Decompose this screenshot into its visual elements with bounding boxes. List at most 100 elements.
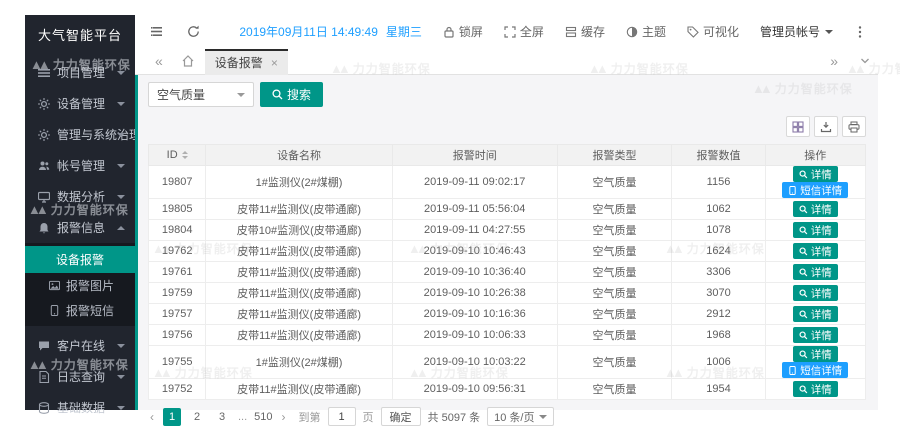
goto-page-input[interactable] (328, 407, 356, 426)
lock-icon (443, 26, 455, 38)
main-area: 2019年09月11日 14:49:49星期三 锁屏 全屏 缓存 (135, 15, 878, 410)
chevron-down-icon (117, 406, 125, 410)
image-icon (49, 280, 60, 291)
sidebar-item-alarms[interactable]: 报警信息 (25, 212, 135, 243)
detail-button[interactable]: 详情 (793, 306, 838, 322)
row-type: 空气质量 (557, 325, 672, 346)
search-icon (272, 89, 283, 100)
sidebar-item-label: 日志查询 (57, 368, 105, 385)
column-header-type: 报警类型 (557, 145, 672, 166)
page-number-button[interactable]: 1 (163, 408, 181, 426)
row-time: 2019-09-11 05:56:04 (392, 199, 557, 220)
row-actions: 详情 (765, 379, 865, 400)
sidebar-subitem-alarm-images[interactable]: 报警图片 (25, 273, 135, 298)
weekday-text: 星期三 (386, 25, 422, 39)
table-toolbar (148, 116, 866, 137)
row-device: 1#监测仪(2#煤棚) (206, 166, 392, 199)
page-number-button[interactable]: 3 (213, 408, 231, 426)
theme-button[interactable]: 主题 (626, 23, 666, 40)
close-icon[interactable]: × (271, 56, 278, 70)
row-type: 空气质量 (557, 304, 672, 325)
sidebar-item-base-data[interactable]: 基础数据 (25, 392, 135, 423)
tabs-menu-chevron-icon[interactable] (860, 56, 870, 66)
row-value: 1968 (672, 325, 765, 346)
sidebar-item-analytics[interactable]: 数据分析 (25, 181, 135, 212)
gear-icon (38, 129, 50, 141)
search-icon (799, 226, 808, 235)
sidebar-item-project[interactable]: 项目管理 (25, 57, 135, 88)
sidebar-subitem-alarm-sms[interactable]: 报警短信 (25, 298, 135, 323)
goto-label: 到第 (299, 409, 321, 425)
select-value: 空气质量 (157, 86, 205, 103)
prev-page-button[interactable]: ‹ (148, 410, 156, 424)
search-button[interactable]: 搜索 (260, 82, 323, 107)
tab-device-alarm[interactable]: 设备报警 × (205, 49, 288, 75)
fullscreen-button[interactable]: 全屏 (504, 23, 544, 40)
page-size-select[interactable]: 10 条/页 (487, 407, 554, 426)
alarm-type-select[interactable]: 空气质量 (148, 82, 254, 107)
fullscreen-icon (504, 26, 516, 38)
row-actions: 详情短信详情 (765, 166, 865, 199)
sms-detail-button[interactable]: 短信详情 (782, 362, 848, 378)
row-value: 1078 (672, 220, 765, 241)
sidebar-item-logs[interactable]: 日志查询 (25, 361, 135, 392)
detail-button[interactable]: 详情 (793, 243, 838, 259)
row-device: 皮带10#监测仪(皮带通廊) (206, 220, 392, 241)
column-header-value: 报警数值 (672, 145, 765, 166)
sidebar-item-system[interactable]: 管理与系统治理 (25, 119, 135, 150)
chevron-down-icon (117, 195, 125, 199)
detail-button[interactable]: 详情 (793, 346, 838, 362)
home-icon[interactable] (181, 54, 195, 68)
search-icon (799, 331, 808, 340)
sidebar-item-label: 基础数据 (57, 399, 105, 416)
sidebar-item-label: 报警信息 (57, 219, 105, 236)
sidebar-item-accounts[interactable]: 帐号管理 (25, 150, 135, 181)
refresh-icon[interactable] (186, 24, 201, 39)
monitor-icon (38, 191, 50, 203)
sms-detail-button[interactable]: 短信详情 (782, 182, 848, 198)
detail-button[interactable]: 详情 (793, 264, 838, 280)
page-unit-label: 页 (363, 409, 374, 425)
filter-row: 空气质量 搜索 (148, 82, 866, 107)
tabs-scroll-right-button[interactable]: » (822, 53, 846, 69)
chevron-down-icon (117, 133, 125, 137)
next-page-button[interactable]: › (280, 410, 288, 424)
column-header-device: 设备名称 (206, 145, 392, 166)
visualization-button[interactable]: 可视化 (687, 23, 739, 40)
columns-filter-button[interactable] (786, 116, 810, 137)
lock-screen-button[interactable]: 锁屏 (443, 23, 483, 40)
account-menu[interactable]: 管理员帐号 (760, 23, 833, 40)
phone-icon (788, 186, 797, 195)
tag-icon (687, 26, 699, 38)
sort-icon[interactable] (182, 151, 188, 159)
print-button[interactable] (842, 116, 866, 137)
detail-button[interactable]: 详情 (793, 201, 838, 217)
row-device: 皮带11#监测仪(皮带通廊) (206, 199, 392, 220)
detail-button[interactable]: 详情 (793, 166, 838, 182)
detail-button[interactable]: 详情 (793, 381, 838, 397)
export-button[interactable] (814, 116, 838, 137)
row-time: 2019-09-10 10:46:43 (392, 241, 557, 262)
cache-button[interactable]: 缓存 (565, 23, 605, 40)
sidebar-item-customers-online[interactable]: 客户在线 (25, 330, 135, 361)
row-id: 19762 (149, 241, 206, 262)
row-actions: 详情 (765, 262, 865, 283)
page-number-button[interactable]: 2 (188, 408, 206, 426)
detail-button[interactable]: 详情 (793, 222, 838, 238)
collapse-menu-icon[interactable] (149, 24, 164, 39)
detail-button[interactable]: 详情 (793, 327, 838, 343)
sidebar-item-devices[interactable]: 设备管理 (25, 88, 135, 119)
grid-icon (792, 121, 804, 133)
account-name: 管理员帐号 (760, 23, 820, 40)
tabs-scroll-left-button[interactable]: « (147, 53, 171, 69)
sidebar-subitem-device-alarm[interactable]: 设备报警 (25, 246, 135, 273)
search-icon (799, 350, 808, 359)
page-number-button[interactable]: 510 (254, 408, 272, 426)
row-time: 2019-09-10 10:16:36 (392, 304, 557, 325)
more-options-icon[interactable] (854, 25, 866, 39)
detail-button[interactable]: 详情 (793, 285, 838, 301)
goto-confirm-button[interactable]: 确定 (381, 407, 421, 426)
bell-icon (38, 222, 50, 234)
sidebar: 大气智能平台 项目管理 设备管理 管理与系统治理 帐号管理 (25, 15, 135, 410)
column-header-id[interactable]: ID (149, 145, 206, 166)
